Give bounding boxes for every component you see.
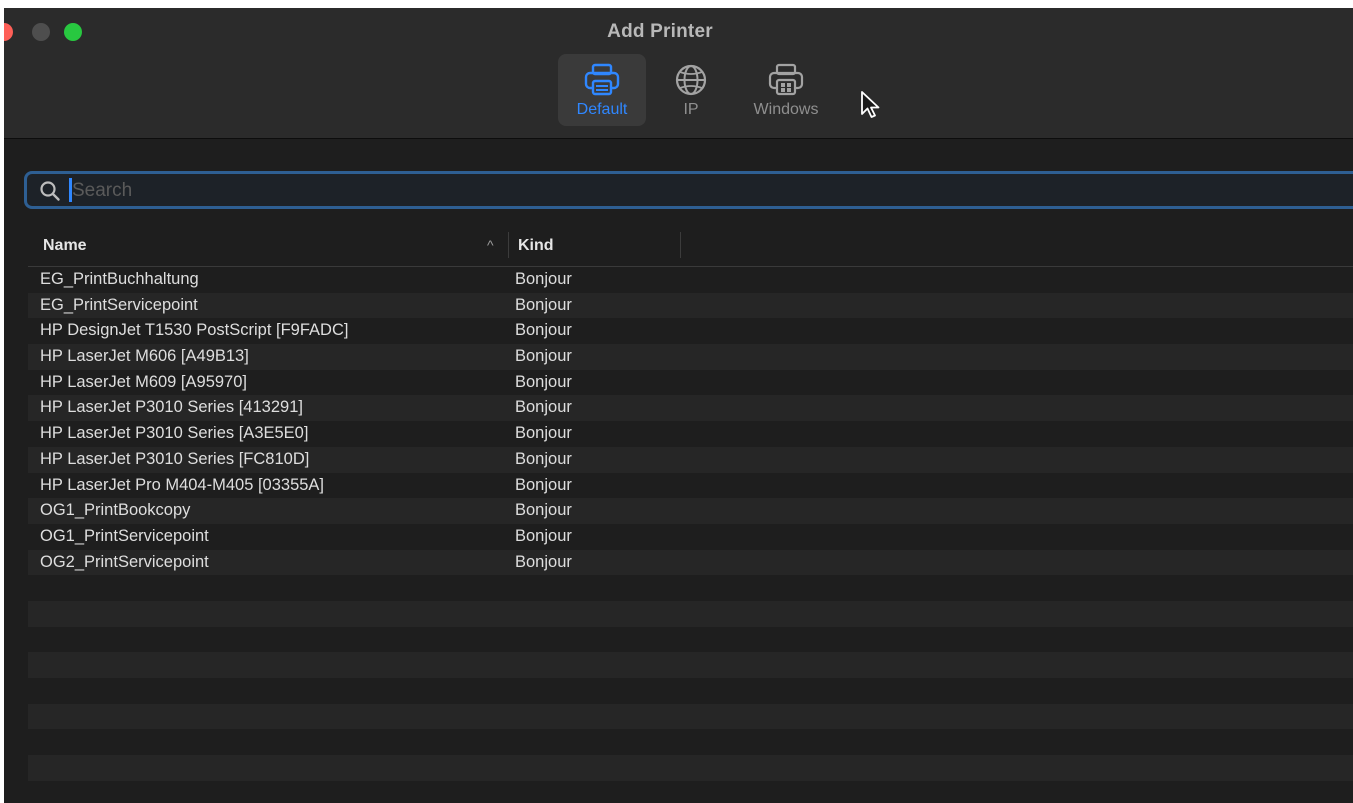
printer-name-cell: EG_PrintServicepoint (40, 295, 198, 314)
printer-list-table: Name ^ Kind EG_PrintBuchhaltung Bonjour EG… (28, 224, 1353, 803)
table-row[interactable]: EG_PrintBuchhaltung Bonjour (28, 267, 1353, 293)
printer-name-cell: OG1_PrintBookcopy (40, 501, 191, 520)
column-header-name[interactable]: Name (43, 237, 87, 255)
printer-kind-cell: Bonjour (515, 552, 572, 571)
add-printer-window: Add Printer Default IP Windows Search Na… (4, 8, 1353, 803)
table-row[interactable]: OG1_PrintServicepoint Bonjour (28, 523, 1353, 550)
printer-name-cell: HP LaserJet Pro M404-M405 [03355A] (40, 475, 325, 494)
tab-ip[interactable]: IP (654, 54, 728, 126)
empty-row (28, 626, 1353, 653)
empty-row (28, 652, 1353, 678)
printer-name-cell: OG1_PrintServicepoint (40, 526, 209, 545)
printer-name-cell: HP LaserJet P3010 Series [FC810D] (40, 449, 310, 468)
tab-ip-label: IP (683, 101, 699, 118)
printer-kind-cell: Bonjour (515, 526, 572, 545)
empty-row (28, 703, 1353, 730)
table-row[interactable]: OG2_PrintServicepoint Bonjour (28, 549, 1353, 576)
search-field[interactable] (24, 171, 1353, 209)
column-divider[interactable] (680, 232, 681, 258)
tab-windows[interactable]: Windows (742, 54, 830, 126)
printer-kind-cell: Bonjour (515, 295, 572, 314)
printer-name-cell: HP DesignJet T1530 PostScript [F9FADC] (40, 321, 349, 340)
printer-kind-cell: Bonjour (515, 475, 572, 494)
globe-icon (671, 62, 711, 98)
printer-kind-cell: Bonjour (515, 501, 572, 520)
table-row[interactable]: HP DesignJet T1530 PostScript [F9FADC] Bo… (28, 318, 1353, 345)
table-row[interactable]: HP LaserJet P3010 Series [413291] Bonjour (28, 395, 1353, 422)
printer-name-cell: EG_PrintBuchhaltung (40, 270, 199, 288)
table-row[interactable]: OG1_PrintBookcopy Bonjour (28, 498, 1353, 524)
search-icon (39, 180, 61, 202)
mouse-pointer-icon (860, 90, 882, 120)
table-row[interactable]: HP LaserJet P3010 Series [A3E5E0] Bonjour (28, 421, 1353, 447)
column-divider[interactable] (508, 232, 509, 258)
printer-icon (582, 62, 622, 98)
tab-default[interactable]: Default (558, 54, 646, 126)
column-header-kind[interactable]: Kind (518, 237, 554, 255)
table-header: Name ^ Kind (28, 224, 1353, 267)
printer-kind-cell: Bonjour (515, 449, 572, 468)
table-row[interactable]: HP LaserJet P3010 Series [FC810D] Bonjour (28, 446, 1353, 473)
printer-name-cell: HP LaserJet M606 [A49B13] (40, 347, 249, 366)
table-row[interactable]: HP LaserJet M606 [A49B13] Bonjour (28, 344, 1353, 370)
printer-kind-cell: Bonjour (515, 270, 572, 288)
empty-row (28, 600, 1353, 627)
toolbar: Add Printer Default IP Windows (4, 8, 1353, 139)
printer-name-cell: HP LaserJet M609 [A95970] (40, 372, 247, 391)
printer-kind-cell: Bonjour (515, 424, 572, 443)
empty-row (28, 678, 1353, 704)
printer-kind-cell: Bonjour (515, 372, 572, 391)
printer-kind-cell: Bonjour (515, 398, 572, 417)
printer-name-cell: OG2_PrintServicepoint (40, 552, 209, 571)
table-body: EG_PrintBuchhaltung Bonjour EG_PrintServic… (28, 267, 1353, 803)
empty-row (28, 755, 1353, 781)
empty-row (28, 729, 1353, 756)
printer-name-cell: HP LaserJet P3010 Series [A3E5E0] (40, 424, 309, 443)
windows-printer-icon (766, 62, 806, 98)
search-input[interactable] (70, 177, 1274, 205)
window-title: Add Printer (607, 21, 713, 42)
empty-row (28, 575, 1353, 601)
printer-kind-cell: Bonjour (515, 347, 572, 366)
table-row[interactable]: HP LaserJet M609 [A95970] Bonjour (28, 369, 1353, 396)
table-row[interactable]: EG_PrintServicepoint Bonjour (28, 292, 1353, 319)
tab-windows-label: Windows (753, 101, 819, 118)
empty-row (28, 780, 1353, 803)
tab-default-label: Default (576, 101, 628, 118)
printer-name-cell: HP LaserJet P3010 Series [413291] (40, 398, 303, 417)
table-row[interactable]: HP LaserJet Pro M404-M405 [03355A] Bonjou… (28, 472, 1353, 499)
sort-ascending-icon: ^ (487, 237, 494, 253)
printer-kind-cell: Bonjour (515, 321, 572, 340)
